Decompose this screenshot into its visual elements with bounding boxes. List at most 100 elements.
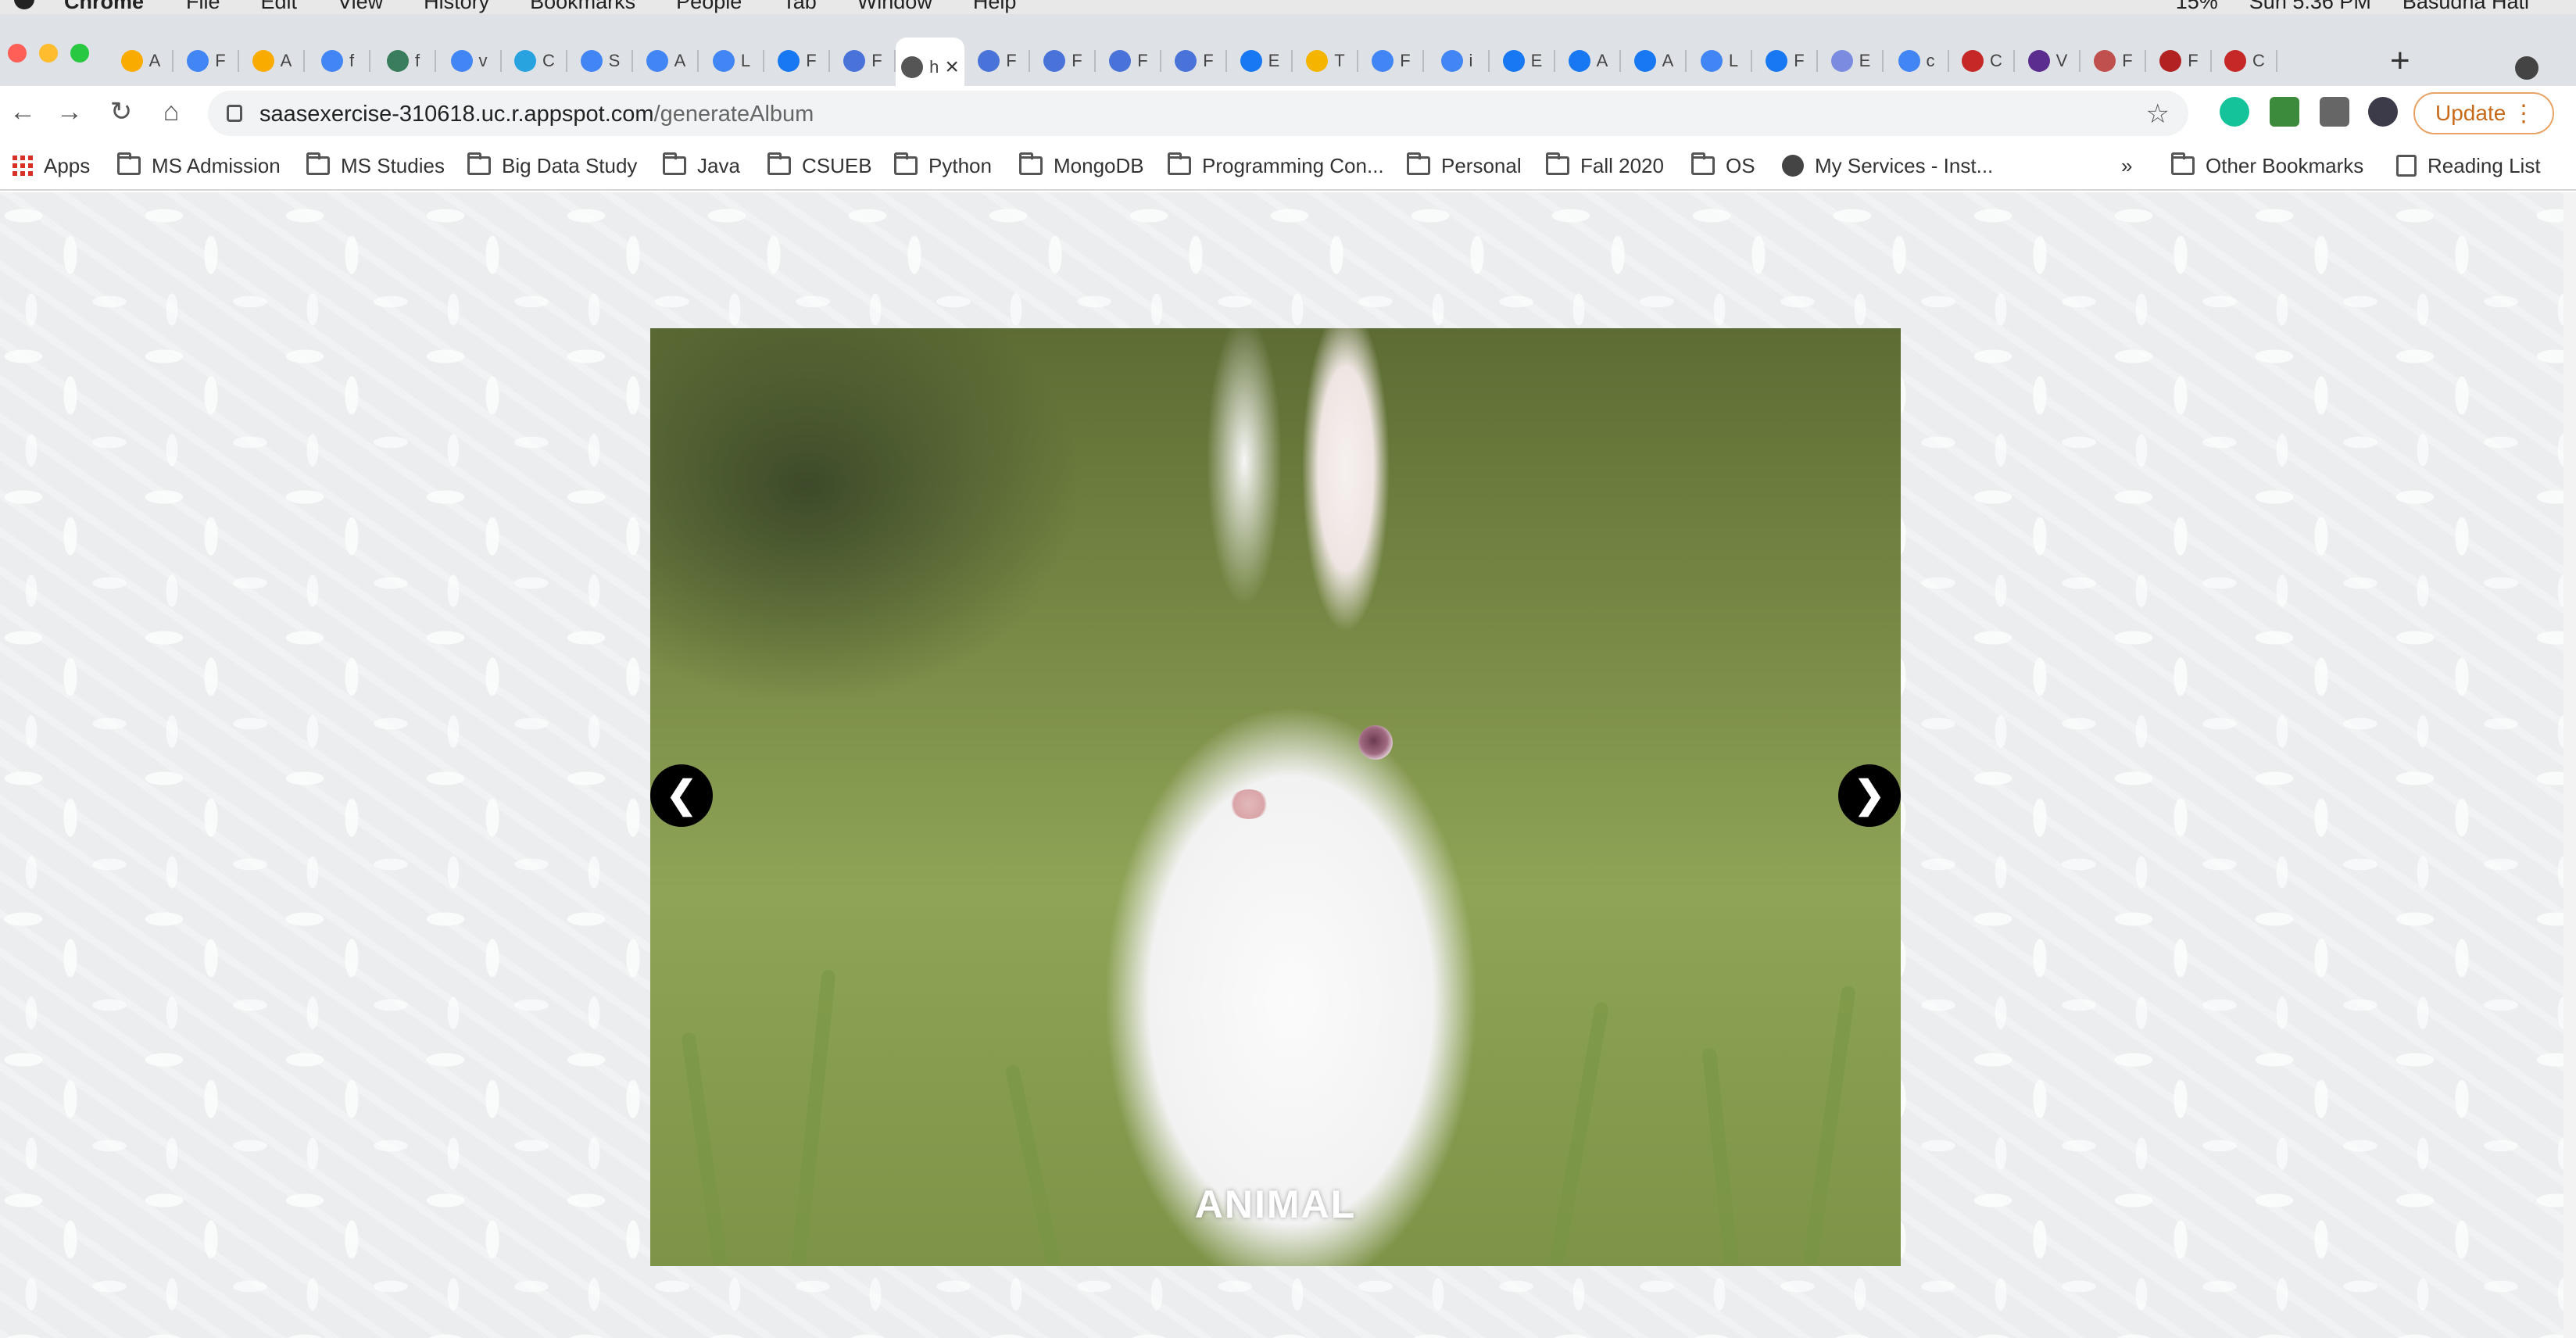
google-icon [450,50,473,72]
tab-search-icon[interactable] [2515,56,2538,80]
next-slide-button[interactable]: ❯ [1838,764,1901,827]
cloud-shield-icon [978,50,1000,72]
browser-tab[interactable]: S [567,38,633,84]
browser-tab[interactable]: A [633,38,699,84]
zoom-window-icon[interactable] [70,44,89,63]
download-extension-icon[interactable] [2270,97,2299,127]
browser-tab[interactable]: f [370,38,436,84]
browser-tab[interactable]: A [108,38,174,84]
browser-tab[interactable]: F [174,38,239,84]
browser-tab[interactable]: F [1096,38,1161,84]
cloud-shield-icon [1109,50,1132,72]
browser-tab[interactable]: c [1884,38,1949,84]
bookmark-folder-programming-con[interactable]: Programming Con... [1168,152,1384,180]
menu-bookmarks[interactable]: Bookmarks [530,0,635,14]
clock[interactable]: Sun 5:36 PM [2249,0,2371,14]
browser-tab[interactable]: E [1818,38,1884,84]
close-window-icon[interactable] [8,44,27,63]
browser-tab[interactable]: L [699,38,764,84]
browser-tab[interactable]: F [1752,38,1818,84]
menu-edit[interactable]: Edit [261,0,298,14]
google-icon [712,50,735,72]
menu-tab[interactable]: Tab [782,0,817,14]
folder-icon [1691,152,1715,175]
browser-tab[interactable]: E [1227,38,1293,84]
browser-tab[interactable]: F [764,38,830,84]
browser-tab[interactable]: i [1424,38,1490,84]
bookmark-folder-fall-2020[interactable]: Fall 2020 [1546,152,1664,180]
browser-tab[interactable]: A [1555,38,1621,84]
browser-tab[interactable]: A [1621,38,1687,84]
apple-menu-icon[interactable] [14,0,34,9]
minimize-window-icon[interactable] [39,44,58,63]
browser-tab[interactable]: f [305,38,370,84]
d-icon [514,50,537,72]
bookmark-my-services[interactable]: My Services - Inst... [1782,152,1993,180]
browser-tab[interactable]: E [1490,38,1555,84]
home-icon[interactable]: ⌂ [152,92,191,131]
bookmark-folder-mongodb[interactable]: MongoDB [1019,152,1144,180]
tab-title: c [1926,51,1935,70]
bookmark-folder-personal[interactable]: Personal [1407,152,1522,180]
more-menu-icon[interactable]: ⋮ [2512,100,2535,127]
user-name[interactable]: Basudha Hati [2402,0,2529,14]
grammarly-extension-icon[interactable] [2220,97,2249,127]
update-button[interactable]: Update ⋮ [2413,92,2554,134]
tab-title: A [280,51,292,70]
profile-avatar[interactable] [2368,97,2398,127]
menu-window[interactable]: Window [857,0,932,14]
bookmark-folder-big-data-study[interactable]: Big Data Study [467,152,637,180]
bookmarks-overflow-chevron[interactable]: » [2121,152,2132,180]
browser-tab[interactable]: L [1687,38,1752,84]
browser-tab[interactable]: F [830,38,896,84]
menu-people[interactable]: People [676,0,742,14]
previous-slide-button[interactable]: ❮ [650,764,713,827]
battery-percent[interactable]: 15% [2176,0,2218,14]
reading-list-button[interactable]: Reading List [2396,152,2541,180]
close-tab-icon[interactable]: × [945,54,959,80]
lock-icon[interactable] [227,105,242,122]
google-icon [1898,50,1920,72]
browser-tab[interactable]: V [2015,38,2080,84]
menu-app-name[interactable]: Chrome [64,0,144,14]
menu-history[interactable]: History [424,0,489,14]
forward-icon[interactable]: → [50,92,89,131]
bookmark-apps[interactable]: Apps [13,152,90,180]
address-bar[interactable]: saasexercise-310618.uc.r.appspot.com/gen… [208,91,2188,136]
browser-tab[interactable]: C [1949,38,2015,84]
bookmark-folder-ms-studies[interactable]: MS Studies [306,152,445,180]
back-icon[interactable]: ← [3,92,42,131]
reload-icon[interactable]: ↻ [102,92,141,131]
menu-help[interactable]: Help [973,0,1017,14]
browser-tab[interactable]: A [239,38,305,84]
tab-title: A [1662,51,1674,70]
vertical-scrollbar[interactable] [2563,192,2576,1338]
menu-view[interactable]: View [338,0,383,14]
facebook-icon [778,50,800,72]
browser-tab[interactable]: F [1161,38,1227,84]
browser-tab[interactable]: F [1358,38,1424,84]
browser-tab[interactable]: F [1030,38,1096,84]
google-icon [1372,50,1394,72]
browser-tab[interactable]: T [1293,38,1358,84]
bookmark-folder-csueb[interactable]: CSUEB [767,152,872,180]
browser-tab[interactable]: C [502,38,567,84]
browser-tab[interactable]: F [964,38,1030,84]
chrome-icon [187,50,209,72]
url-text[interactable]: saasexercise-310618.uc.r.appspot.com/gen… [259,102,814,127]
browser-tab[interactable]: F [2146,38,2212,84]
browser-tab[interactable]: v [436,38,502,84]
bookmark-other-bookmarks[interactable]: Other Bookmarks [2171,152,2363,180]
browser-tab[interactable]: C [2212,38,2277,84]
bookmark-star-icon[interactable]: ☆ [2146,98,2170,130]
browser-tab[interactable]: F [2080,38,2146,84]
bookmark-label: Personal [1441,153,1522,177]
extensions-puzzle-icon[interactable] [2320,97,2349,127]
menu-file[interactable]: File [186,0,220,14]
new-tab-icon[interactable]: + [2390,44,2410,78]
bookmark-folder-ms-admission[interactable]: MS Admission [117,152,281,180]
bookmark-folder-python[interactable]: Python [894,152,992,180]
bookmark-folder-os[interactable]: OS [1691,152,1755,180]
tab-title: f [349,51,355,70]
bookmark-folder-java[interactable]: Java [663,152,740,180]
